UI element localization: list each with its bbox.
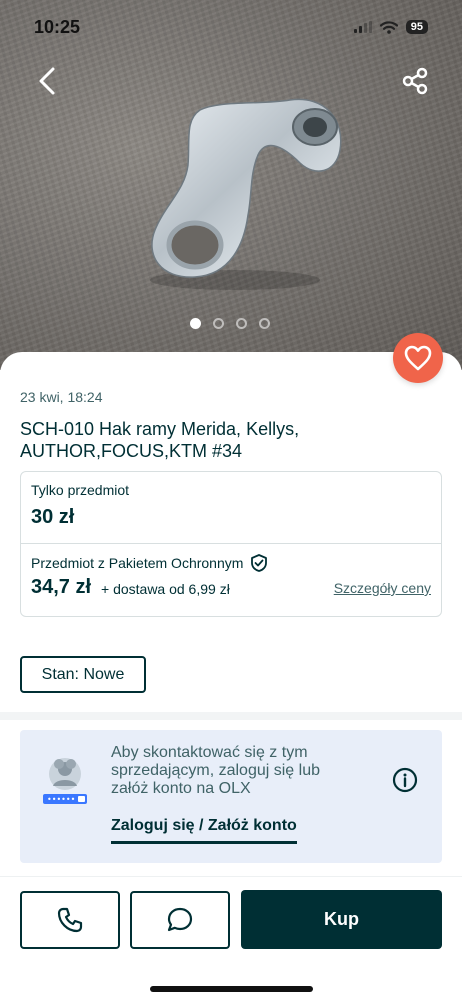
home-indicator — [150, 986, 313, 992]
chevron-left-icon — [39, 67, 55, 95]
price-details-link[interactable]: Szczegóły ceny — [334, 580, 431, 596]
info-icon[interactable] — [392, 767, 418, 793]
section-divider — [0, 712, 462, 720]
heart-icon — [404, 345, 432, 371]
price-option-item-only[interactable]: Tylko przedmiot 30 zł — [21, 472, 441, 544]
delivery-cost: + dostawa od 6,99 zł — [101, 581, 230, 597]
price-options: Tylko przedmiot 30 zł Przedmiot z Pakiet… — [20, 471, 442, 617]
login-prompt-text: Aby skontaktować się z tym sprzedającym,… — [111, 744, 320, 797]
phone-icon — [57, 907, 83, 933]
listing-date: 23 kwi, 18:24 — [20, 389, 103, 405]
listing-title: SCH-010 Hak ramy Merida, Kellys, AUTHOR,… — [20, 419, 300, 461]
share-icon — [402, 67, 428, 95]
action-bar: Kup — [0, 876, 462, 1000]
call-button[interactable] — [20, 891, 120, 949]
condition-badge: Stan: Nowe — [20, 656, 146, 693]
chat-bubble-icon — [167, 907, 193, 932]
protected-label: Przedmiot z Pakietem Ochronnym — [31, 555, 244, 571]
item-only-price: 30 zł — [31, 506, 75, 528]
gallery-pagination — [190, 318, 270, 329]
login-register-link[interactable]: Zaloguj się / Załóż konto — [111, 817, 297, 844]
back-button[interactable] — [30, 64, 64, 98]
chat-button[interactable] — [130, 891, 230, 949]
login-illustration-icon: •••••• — [43, 758, 87, 804]
protected-label-row: Przedmiot z Pakietem Ochronnym — [31, 554, 268, 572]
gallery-dot[interactable] — [213, 318, 224, 329]
item-only-label: Tylko przedmiot — [31, 482, 130, 498]
favorite-button[interactable] — [393, 333, 443, 383]
shield-check-icon — [251, 554, 268, 572]
buy-button[interactable]: Kup — [241, 890, 442, 949]
status-time: 10:25 — [34, 16, 81, 37]
status-bar: 10:25 95 — [0, 0, 462, 54]
gallery-dot[interactable] — [236, 318, 247, 329]
login-prompt-card: •••••• Aby skontaktować się z tym sprzed… — [20, 730, 442, 863]
listing-photo[interactable]: 10:25 95 — [0, 0, 462, 370]
gallery-dot[interactable] — [190, 318, 201, 329]
signal-icon — [353, 21, 372, 33]
derailleur-hanger-photo — [150, 98, 342, 290]
battery-indicator: 95 — [405, 20, 428, 34]
gallery-dot[interactable] — [259, 318, 270, 329]
protected-price: 34,7 zł — [31, 576, 92, 598]
status-icons: 95 — [353, 20, 428, 34]
wifi-icon — [379, 20, 398, 34]
svg-text:••••••: •••••• — [47, 795, 75, 804]
share-button[interactable] — [398, 64, 432, 98]
